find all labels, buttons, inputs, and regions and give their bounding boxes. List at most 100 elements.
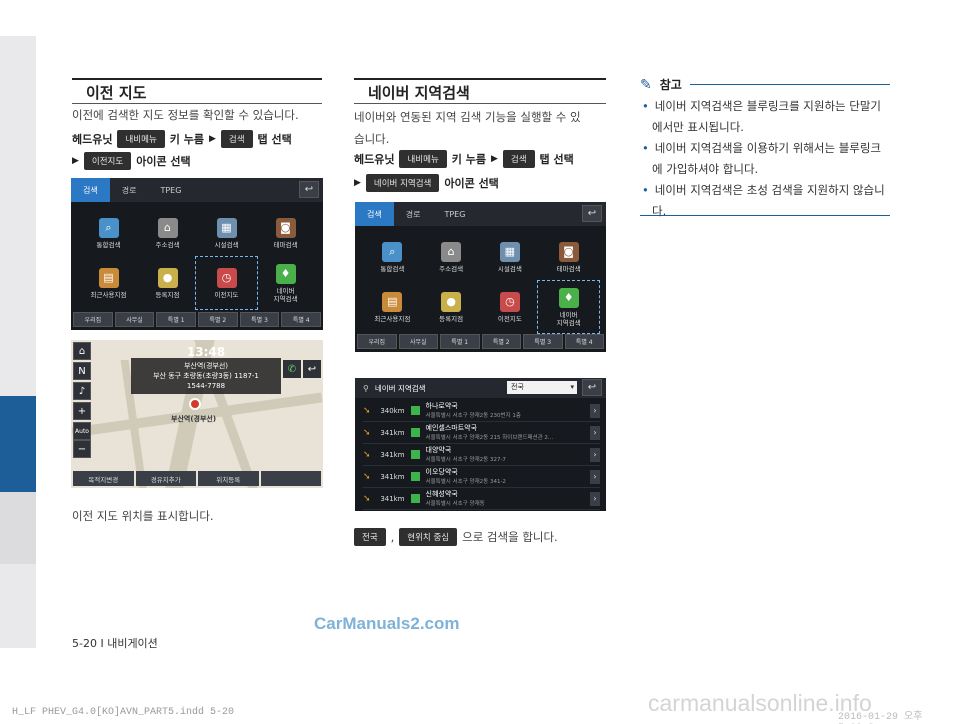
tab-bar: 검색 경로 TPEG (71, 178, 323, 202)
building-icon: ▦ (499, 241, 520, 262)
chevron-right-icon[interactable]: › (590, 425, 600, 440)
note-header: ✎ 참고 (640, 76, 890, 93)
north-up-button[interactable]: N (73, 362, 91, 380)
chevron-right-icon[interactable]: › (590, 491, 600, 506)
favorite-button[interactable]: 특별 3 (523, 334, 563, 349)
favorite-button[interactable]: 사무실 (398, 334, 438, 349)
chevron-right-icon[interactable]: › (590, 469, 600, 484)
menu-item-label: 통합검색 (96, 240, 121, 249)
step-1: 헤드유닛 내비메뉴 키 누름 ▶ 검색 탭 선택 (72, 130, 292, 148)
side-band-bottom (0, 564, 36, 648)
favorite-button[interactable]: 특별 4 (564, 334, 604, 349)
search-header: ⚲ 네이버 지역검색 전국 ▾ ↩ (355, 378, 606, 398)
menu-item-label: 최근사용지점 (374, 314, 411, 323)
menu-item-5[interactable]: ● 등록지점 (422, 282, 481, 332)
map-action-button[interactable]: 목적지변경 (73, 471, 134, 486)
direction-arrow-icon: ➘ (363, 471, 371, 482)
tab-2[interactable]: TPEG (432, 202, 477, 226)
result-row[interactable]: ➘ 341km 대양약국 서울특별시 서초구 양재2동 327-7 › (363, 444, 600, 466)
folder-icon: ▤ (98, 267, 119, 288)
map-action-button[interactable]: 경유지추가 (135, 471, 196, 486)
menu-item-label: 최근사용지점 (90, 290, 127, 299)
menu-item-3[interactable]: ◙ 테마검색 (539, 232, 598, 282)
naver-logo-icon (410, 428, 420, 437)
chevron-right-icon[interactable]: › (590, 447, 600, 462)
intro-line-1: 네이버와 연동된 지역 김색 기능을 실행할 수 있 (354, 110, 581, 124)
favorite-button[interactable]: 우리집 (73, 312, 113, 327)
menu-item-label: 이전지도 (214, 290, 239, 299)
naver-search-label: 네이버 지역검색 (365, 174, 440, 192)
note-item: 네이버 지역검색을 이용하기 위해서는 블루링크에 가입하셔야 합니다. (640, 138, 890, 180)
tab-1[interactable]: 경로 (110, 178, 149, 202)
menu-item-2[interactable]: ▦ 시설검색 (197, 208, 256, 258)
favorite-button[interactable]: 특별 1 (440, 334, 480, 349)
back-icon[interactable]: ↩ (299, 181, 319, 198)
favorite-button[interactable]: 특별 1 (156, 312, 197, 327)
menu-item-1[interactable]: ⌂ 주소검색 (138, 208, 197, 258)
dropdown-arrow-icon: ▾ (570, 383, 574, 391)
back-icon[interactable]: ↩ (582, 379, 602, 396)
favorite-button[interactable]: 특별 3 (239, 312, 280, 327)
result-row[interactable]: ➘ 341km 신혜성약국 서울특별시 서초구 양재동 › (363, 488, 600, 510)
house-icon: ⌂ (441, 241, 462, 262)
region-select[interactable]: 전국 ▾ (507, 381, 577, 394)
intro-line-2: 습니다. (354, 132, 390, 146)
phone-icon[interactable]: ✆ (283, 360, 301, 378)
result-distance: 341km (380, 494, 405, 503)
location-pin-icon (189, 398, 201, 410)
menu-grid: ⌕ 통합검색 ⌂ 주소검색 ▦ 시설검색 ◙ 테마검색 ▤ 최근사용지점 ● 등록지점 ◷ 이전지도 ♦ 네이… (79, 208, 315, 310)
menu-item-6[interactable]: ◷ 이전지도 (481, 282, 540, 332)
menu-item-4[interactable]: ▤ 최근사용지점 (79, 258, 138, 308)
zoom-out-button[interactable]: − (73, 440, 91, 458)
result-row[interactable]: ➘ 341km 예인셀스마트약국 서울특별시 서초구 양재2동 215 하이브랜드패션… (363, 422, 600, 444)
pin-icon: ⚲ (363, 383, 369, 393)
menu-item-0[interactable]: ⌕ 통합검색 (363, 232, 422, 282)
pin-icon: ● (157, 267, 178, 288)
poi-name: 부산역(경부선) (183, 362, 229, 370)
menu-item-1[interactable]: ⌂ 주소검색 (422, 232, 481, 282)
map-poi-label: 부산역(경부선) (171, 415, 217, 423)
menu-item-2[interactable]: ▦ 시설검색 (481, 232, 540, 282)
note-item: 네이버 지역검색은 블루링크를 지원하는 단말기에서만 표시됩니다. (640, 96, 890, 138)
tab-0[interactable]: 검색 (355, 202, 394, 226)
favorites-bar: 우리집 사무실 특별 1 특별 2 특별 3 특별 4 (73, 312, 322, 327)
poi-phone: 1544-7788 (186, 382, 226, 390)
back-icon[interactable]: ↩ (582, 205, 602, 222)
menu-item-label: 이전지도 (497, 314, 522, 323)
menu-item-4[interactable]: ▤ 최근사용지점 (363, 282, 422, 332)
magnifier-icon: ⌕ (98, 217, 119, 238)
direction-arrow-icon: ➘ (363, 449, 371, 460)
tab-2[interactable]: TPEG (148, 178, 193, 202)
menu-item-7[interactable]: ♦ 네이버 지역검색 (256, 258, 315, 308)
search-title: 네이버 지역검색 (374, 383, 426, 393)
menu-item-5[interactable]: ● 등록지점 (138, 258, 197, 308)
result-address: 서울특별시 서초구 양재2동 230번지 1층 (425, 413, 521, 419)
menu-item-6[interactable]: ◷ 이전지도 (195, 256, 258, 310)
tab-0[interactable]: 검색 (71, 178, 110, 202)
favorite-button[interactable]: 특별 2 (198, 312, 238, 327)
auto-zoom-button[interactable]: Auto (73, 422, 91, 440)
result-row[interactable]: ➘ 341km 이오당약국 서울특별시 서초구 양재2동 341-2 › (363, 466, 600, 488)
section-heading-naver-search: 네이버 지역검색 (354, 78, 606, 104)
result-row[interactable]: ➘ 340km 하나로약국 서울특별시 서초구 양재2동 230번지 1층 › (363, 400, 600, 422)
zoom-in-button[interactable]: + (73, 402, 91, 420)
sound-icon[interactable]: ♪ (73, 382, 91, 400)
page-footer: 5-20 I 내비게이션 (72, 637, 158, 650)
side-band-lower (0, 492, 36, 564)
favorite-button[interactable]: 특별 4 (281, 312, 322, 327)
map-history-icon: ◷ (216, 267, 237, 288)
favorite-button[interactable]: 우리집 (357, 334, 397, 349)
tab-1[interactable]: 경로 (394, 202, 433, 226)
favorite-button[interactable]: 사무실 (114, 312, 155, 327)
menu-item-7[interactable]: ♦ 네이버 지역검색 (537, 280, 600, 334)
map-action-button[interactable]: 위치등록 (198, 471, 259, 486)
map-action-button[interactable] (260, 471, 321, 486)
home-icon[interactable]: ⌂ (73, 342, 91, 360)
back-icon[interactable]: ↩ (303, 360, 321, 378)
chevron-right-icon[interactable]: › (590, 403, 600, 418)
menu-item-3[interactable]: ◙ 테마검색 (256, 208, 315, 258)
favorite-button[interactable]: 특별 2 (481, 334, 521, 349)
menu-item-0[interactable]: ⌕ 통합검색 (79, 208, 138, 258)
direction-arrow-icon: ➘ (363, 427, 371, 438)
previous-map-screen: ⌂ N ♪ + Auto − 13:48 부산역(경부선) 부산 동구 초량동(… (71, 340, 323, 488)
